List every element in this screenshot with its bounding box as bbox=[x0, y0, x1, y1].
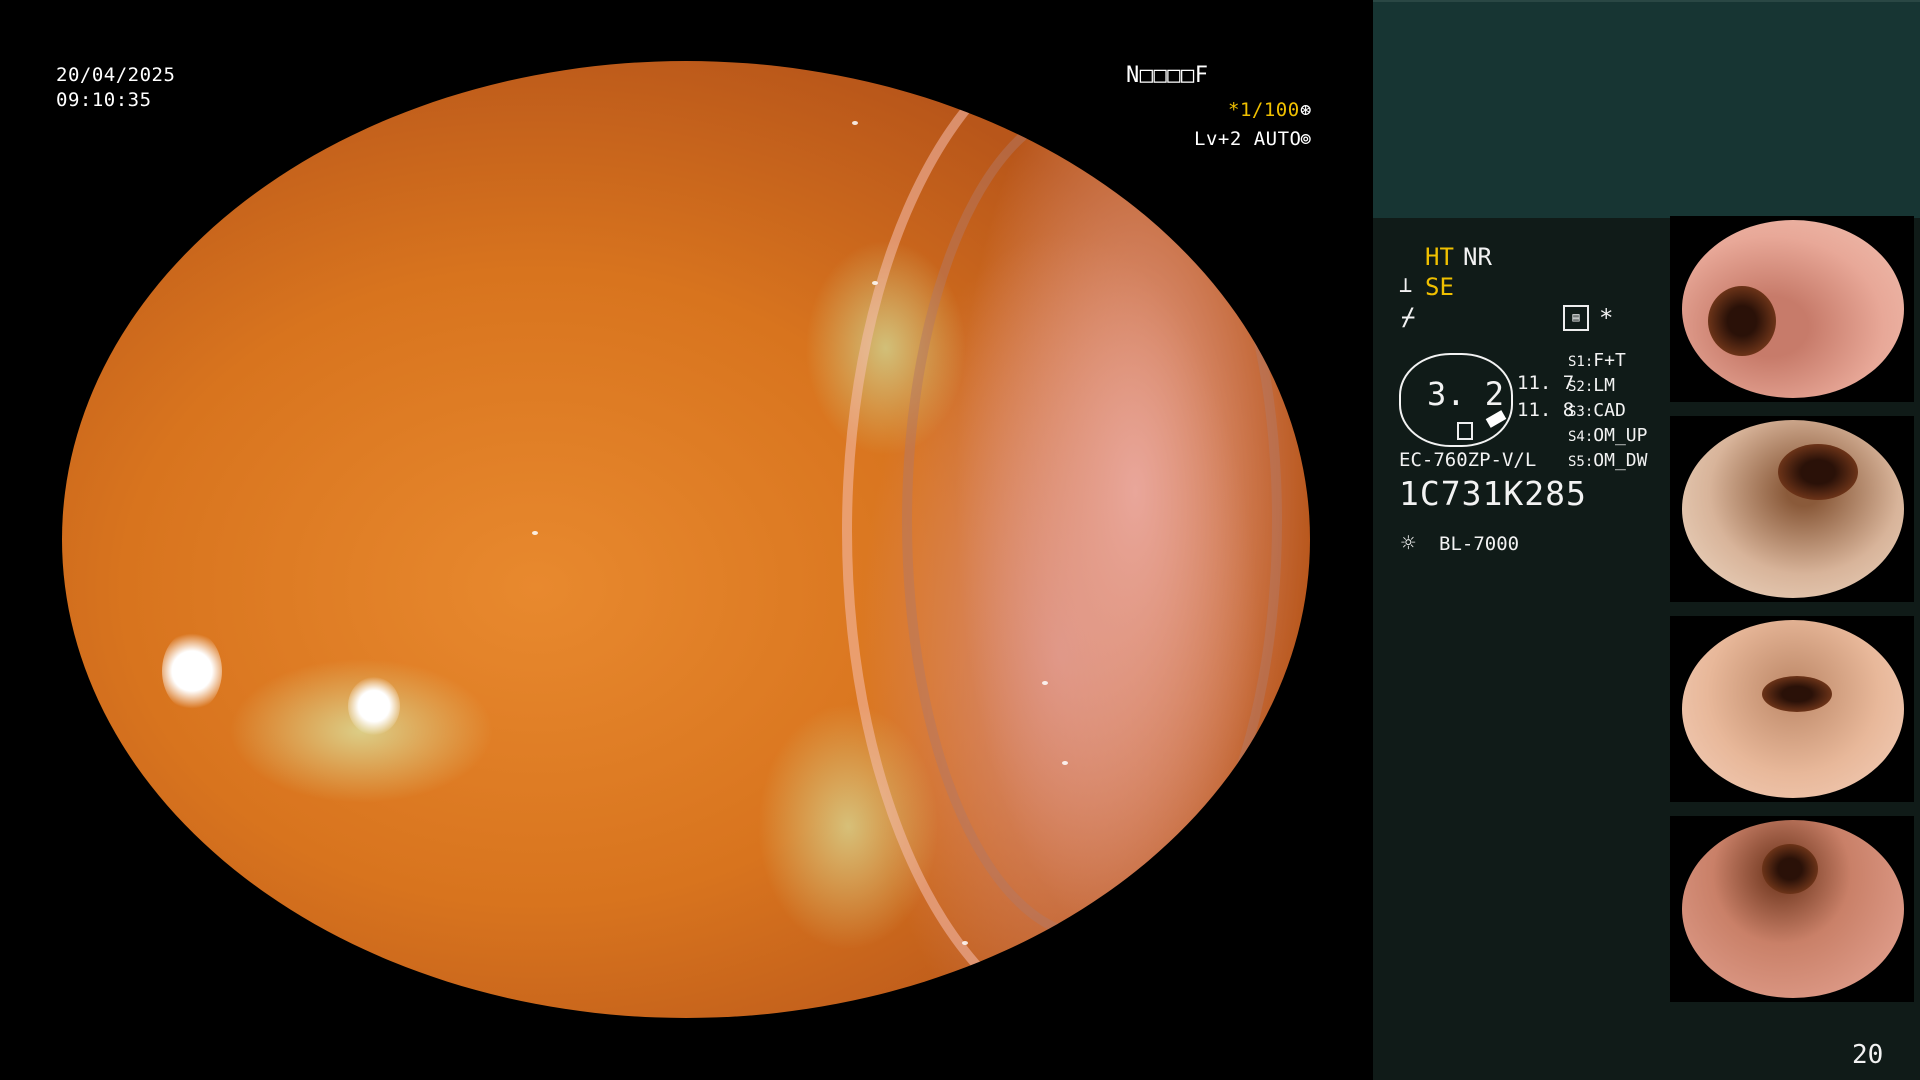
scope-model: EC-760ZP-V/L bbox=[1399, 449, 1537, 471]
scope-setting-row: S5:OM_DW bbox=[1568, 450, 1647, 471]
lumen bbox=[1778, 444, 1858, 500]
ht-label: HT bbox=[1425, 243, 1454, 271]
zoom-reading-a: 11. 7 bbox=[1517, 372, 1575, 394]
captured-thumbnail[interactable] bbox=[1670, 816, 1914, 1002]
scope-setting-value: CAD bbox=[1593, 400, 1626, 421]
light-reflection bbox=[532, 531, 538, 535]
scope-setting-slot: S5: bbox=[1568, 454, 1594, 470]
light-reflection bbox=[162, 631, 222, 711]
lumen bbox=[1762, 844, 1818, 894]
light-source-label: BL-7000 bbox=[1439, 533, 1520, 555]
light-reflection bbox=[348, 677, 400, 735]
light-reflection bbox=[1042, 681, 1048, 685]
light-reflection bbox=[962, 941, 968, 945]
memo-icon: ▤ bbox=[1563, 305, 1589, 331]
zoom-value: 3. 2 bbox=[1427, 375, 1505, 413]
scope-serial: 1C731K285 bbox=[1399, 474, 1587, 513]
light-source-icon: ☼ bbox=[1401, 529, 1416, 557]
captured-thumbnail[interactable] bbox=[1670, 616, 1914, 802]
exam-date: 20/04/2025 bbox=[56, 64, 176, 86]
thumbnail-image bbox=[1682, 220, 1904, 398]
structure-enhance-icon: ⟂ bbox=[1399, 273, 1413, 298]
captured-thumbnail[interactable] bbox=[1670, 216, 1914, 402]
scope-setting-row: S3:CAD bbox=[1568, 400, 1626, 421]
mucosal-fold bbox=[902, 101, 1282, 941]
scope-setting-value: OM_DW bbox=[1593, 450, 1648, 471]
se-label: SE bbox=[1425, 273, 1454, 301]
light-reflection bbox=[872, 281, 878, 285]
scope-setting-slot: S3: bbox=[1568, 404, 1594, 420]
exam-time: 09:10:35 bbox=[56, 89, 152, 111]
shutter-ratio: *1/100 bbox=[1228, 99, 1300, 121]
scope-setting-value: LM bbox=[1593, 375, 1615, 396]
captured-thumbnail[interactable] bbox=[1670, 416, 1914, 602]
scope-setting-slot: S2: bbox=[1568, 379, 1594, 395]
side-panel-header-block bbox=[1373, 0, 1920, 218]
zoom-reading-b: 11. 8 bbox=[1517, 399, 1575, 421]
scope-setting-row: S1:F+T bbox=[1568, 350, 1626, 371]
nr-label: NR bbox=[1463, 243, 1492, 271]
scope-setting-slot: S1: bbox=[1568, 354, 1594, 370]
page-number: 20 bbox=[1852, 1040, 1884, 1070]
zoom-square-icon bbox=[1457, 422, 1473, 440]
star-label: * bbox=[1599, 304, 1614, 332]
brightness-level: Lv+2 AUTO bbox=[1194, 128, 1302, 150]
endoscopy-image bbox=[62, 61, 1310, 1018]
light-reflection bbox=[852, 121, 858, 125]
thumbnail-image bbox=[1682, 420, 1904, 598]
endoscope-live-view: 20/04/2025 09:10:35 N□□□□F *1/100 ⊛ Lv+2… bbox=[0, 0, 1372, 1080]
aperture-icon: ⊛ bbox=[1300, 99, 1312, 121]
scope-setting-row: S4:OM_UP bbox=[1568, 425, 1647, 446]
scope-setting-value: F+T bbox=[1593, 350, 1626, 371]
light-reflection bbox=[1062, 761, 1068, 765]
lumen bbox=[1762, 676, 1832, 712]
thumbnail-image bbox=[1682, 620, 1904, 798]
freeze-icon: ⌿ bbox=[1401, 303, 1416, 331]
lumen bbox=[1708, 286, 1776, 356]
scope-setting-slot: S4: bbox=[1568, 429, 1594, 445]
iris-icon: ⊚ bbox=[1300, 128, 1312, 150]
patient-code: N□□□□F bbox=[1126, 63, 1209, 88]
scope-setting-value: OM_UP bbox=[1593, 425, 1648, 446]
thumbnail-image bbox=[1682, 820, 1904, 998]
scope-setting-row: S2:LM bbox=[1568, 375, 1615, 396]
info-side-panel: HT NR ⟂ SE ⌿ ▤ * 3. 2 11. 7 11. 8 S1:F+T… bbox=[1373, 0, 1920, 1080]
